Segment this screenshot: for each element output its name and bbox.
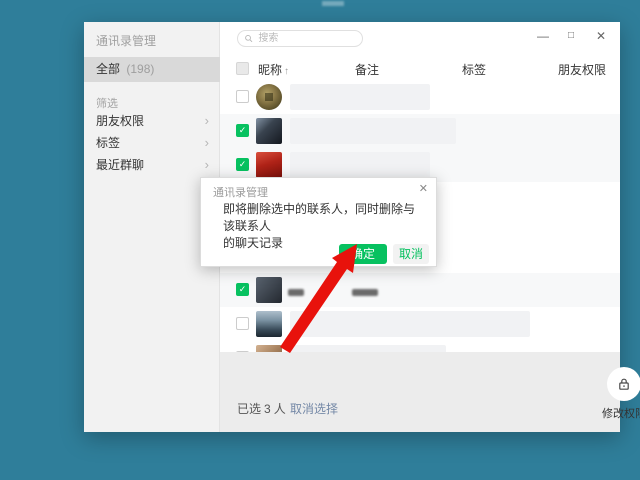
close-button[interactable]: ✕ <box>592 28 610 44</box>
deselect-link[interactable]: 取消选择 <box>290 400 338 417</box>
sidebar-item-recent-groups[interactable]: 最近群聊 › <box>84 154 220 176</box>
selected-count: 3 <box>264 402 271 416</box>
redacted-name <box>290 84 430 110</box>
row-checkbox[interactable] <box>236 124 249 137</box>
sidebar-item-tags[interactable]: 标签 › <box>84 132 220 154</box>
blurred-text <box>352 289 378 296</box>
dialog-title: 通讯录管理 <box>213 184 268 200</box>
action-label: 修改权限 <box>596 405 640 421</box>
column-nickname[interactable]: 昵称↑ <box>258 61 289 78</box>
desktop-background: 通讯录管理 全部 (198) 筛选 朋友权限 › 标签 › 最近群聊 › <box>0 0 640 480</box>
row-checkbox[interactable] <box>236 317 249 330</box>
lock-icon <box>607 367 640 401</box>
avatar <box>256 311 282 337</box>
avatar <box>256 152 282 178</box>
top-artifact <box>322 1 344 6</box>
avatar <box>256 277 282 303</box>
table-row[interactable] <box>220 80 620 114</box>
cancel-button[interactable]: 取消 <box>393 244 429 264</box>
redacted-name <box>290 118 456 144</box>
modify-permission-button[interactable]: 修改权限 <box>596 367 640 421</box>
maximize-button[interactable]: □ <box>562 28 580 44</box>
search-input[interactable] <box>256 32 356 45</box>
chevron-right-icon: › <box>205 132 209 154</box>
column-remark[interactable]: 备注 <box>355 61 379 78</box>
sort-ascending-icon: ↑ <box>284 66 289 77</box>
filter-section-label: 筛选 <box>96 95 118 111</box>
table-row[interactable] <box>220 273 620 307</box>
table-row[interactable] <box>220 341 620 352</box>
footer-bar: 已选3人 取消选择 修改权限 添加标签 <box>220 352 620 432</box>
minimize-button[interactable]: — <box>534 28 552 44</box>
sidebar-item-label: 朋友权限 <box>96 114 144 128</box>
sidebar-item-label: 最近群聊 <box>96 158 144 172</box>
row-checkbox[interactable] <box>236 283 249 296</box>
sidebar-all-label: 全部 <box>96 62 120 76</box>
redacted-name <box>290 311 530 337</box>
confirm-button[interactable]: 确定 <box>339 244 387 264</box>
avatar <box>256 84 282 110</box>
table-row[interactable] <box>220 307 620 341</box>
avatar <box>256 345 282 352</box>
selection-summary: 已选3人 <box>237 400 286 417</box>
table-row[interactable] <box>220 114 620 148</box>
avatar <box>256 118 282 144</box>
row-checkbox[interactable] <box>236 90 249 103</box>
select-all-checkbox[interactable] <box>236 62 249 75</box>
blurred-text <box>288 289 304 296</box>
redacted-name <box>290 345 446 352</box>
row-checkbox[interactable] <box>236 158 249 171</box>
table-header: 昵称↑ 备注 标签 朋友权限 <box>220 58 620 81</box>
redacted-name <box>290 152 430 178</box>
search-icon <box>244 33 253 44</box>
window-title: 通讯录管理 <box>96 32 156 49</box>
column-permission[interactable]: 朋友权限 <box>558 61 606 78</box>
dialog-close-icon[interactable]: ✕ <box>419 182 428 195</box>
sidebar-item-all[interactable]: 全部 (198) <box>84 57 220 82</box>
search-box[interactable] <box>237 30 363 47</box>
sidebar-item-friend-permission[interactable]: 朋友权限 › <box>84 110 220 132</box>
confirm-dialog: 通讯录管理 ✕ 即将删除选中的联系人，同时删除与该联系人 的聊天记录 确定 取消 <box>200 177 437 267</box>
chevron-right-icon: › <box>205 110 209 132</box>
column-tag[interactable]: 标签 <box>462 61 486 78</box>
sidebar-all-count: (198) <box>126 62 154 76</box>
sidebar-item-label: 标签 <box>96 136 120 150</box>
chevron-right-icon: › <box>205 154 209 176</box>
